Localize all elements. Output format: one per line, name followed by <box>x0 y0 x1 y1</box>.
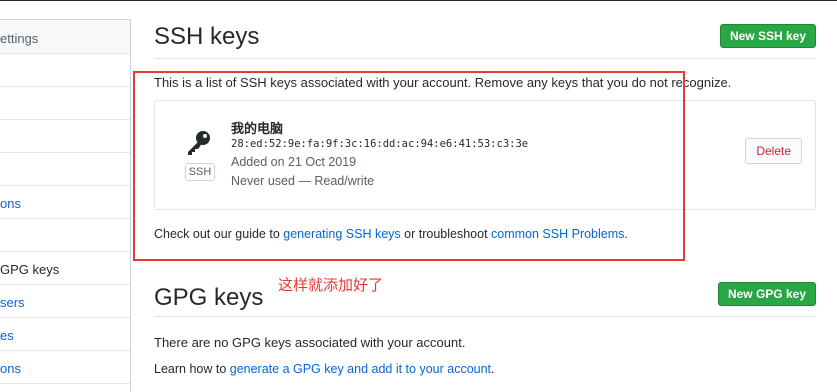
sidebar-item[interactable]: es <box>0 318 130 351</box>
settings-sidebar: ettings ons GPG keys sers es ons <box>0 19 131 392</box>
key-title: 我的电脑 <box>231 121 284 136</box>
ssh-keys-title: SSH keys <box>154 23 260 50</box>
sidebar-item[interactable] <box>0 54 130 87</box>
sidebar-item[interactable] <box>0 153 130 186</box>
guide-prefix: Check out our guide to <box>154 227 284 241</box>
top-border <box>0 0 837 1</box>
sidebar-item[interactable] <box>0 120 130 153</box>
guide-suffix: . <box>624 227 628 241</box>
ssh-badge: SSH <box>185 163 215 181</box>
key-icon <box>188 131 210 155</box>
sidebar-item-ssh-gpg-keys[interactable]: GPG keys <box>0 252 130 285</box>
ssh-guide-text: Check out our guide to generating SSH ke… <box>154 227 628 241</box>
sidebar-header: ettings <box>0 20 130 54</box>
new-ssh-key-button[interactable]: New SSH key <box>719 24 816 48</box>
key-fingerprint: 28:ed:52:9e:fa:9f:3c:16:dd:ac:94:e6:41:5… <box>231 138 529 150</box>
guide-middle: or troubleshoot <box>400 227 492 241</box>
sidebar-item[interactable]: sers <box>0 285 130 318</box>
gpg-section-header: GPG keys New GPG key <box>154 280 816 317</box>
ssh-description: This is a list of SSH keys associated wi… <box>154 75 732 90</box>
ssh-section-header: SSH keys New SSH key <box>154 20 816 59</box>
new-gpg-key-button[interactable]: New GPG key <box>717 282 816 306</box>
gpg-keys-title: GPG keys <box>154 284 264 311</box>
common-ssh-problems-link[interactable]: common SSH Problems <box>491 227 624 241</box>
sidebar-item[interactable] <box>0 219 130 252</box>
delete-key-button[interactable]: Delete <box>745 138 802 164</box>
learn-suffix: . <box>491 362 495 376</box>
sidebar-item[interactable]: ons <box>0 186 130 219</box>
annotation-text: 这样就添加好了 <box>278 277 384 294</box>
generating-ssh-keys-link[interactable]: generating SSH keys <box>283 227 400 241</box>
gpg-learn-text: Learn how to generate a GPG key and add … <box>154 362 495 376</box>
key-usage: Never used — Read/write <box>231 174 375 188</box>
gpg-empty-text: There are no GPG keys associated with yo… <box>154 335 466 350</box>
learn-prefix: Learn how to <box>154 362 230 376</box>
generate-gpg-key-link[interactable]: generate a GPG key and add it to your ac… <box>230 362 491 376</box>
ssh-key-item: SSH 我的电脑 28:ed:52:9e:fa:9f:3c:16:dd:ac:9… <box>154 100 816 210</box>
sidebar-item[interactable] <box>0 87 130 120</box>
key-added-date: Added on 21 Oct 2019 <box>231 155 357 169</box>
sidebar-item[interactable]: ons <box>0 351 130 384</box>
